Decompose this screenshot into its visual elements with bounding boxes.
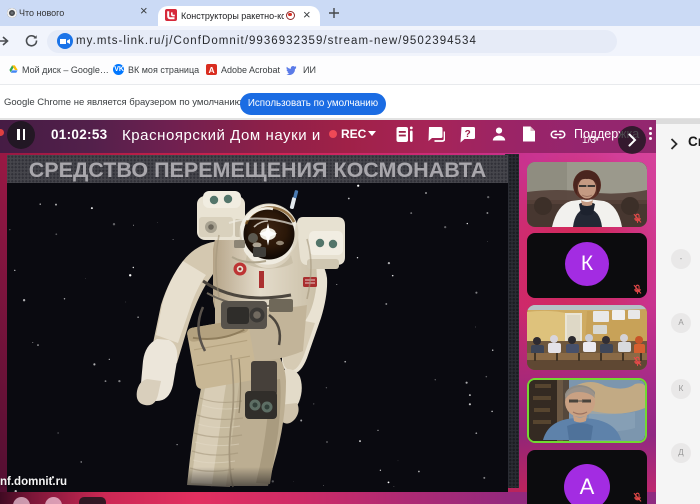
svg-text:?: ? xyxy=(465,128,471,139)
